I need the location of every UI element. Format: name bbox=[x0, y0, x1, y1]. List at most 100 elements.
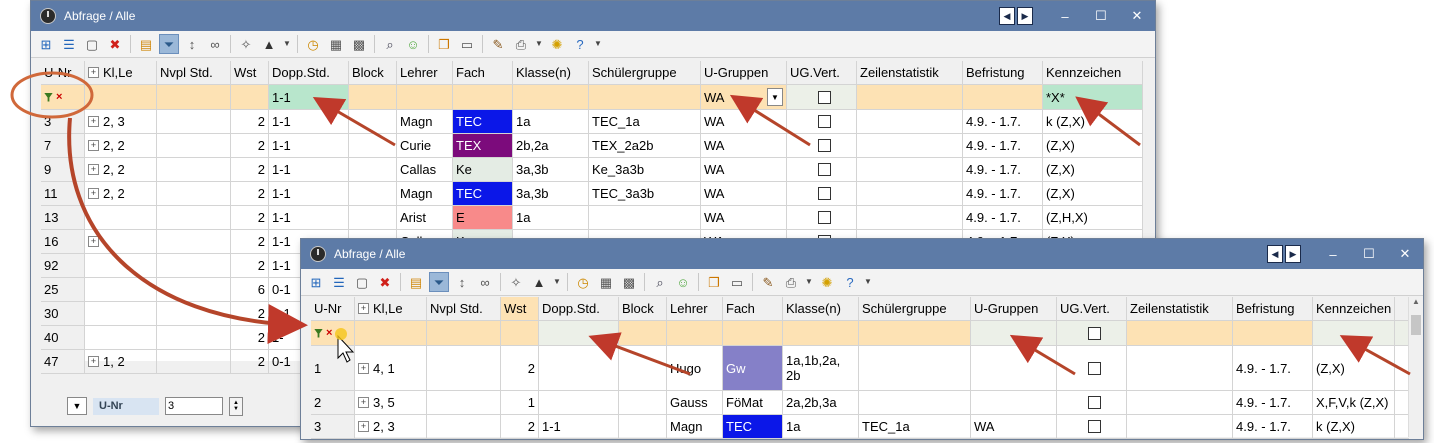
filter-wst[interactable] bbox=[231, 85, 269, 109]
column-header-block[interactable]: Block bbox=[619, 297, 667, 320]
filter-sg[interactable] bbox=[859, 321, 971, 345]
grid-icon[interactable]: ▩ bbox=[350, 35, 368, 53]
column-header-lehrer[interactable]: Lehrer bbox=[397, 61, 453, 84]
checkbox[interactable] bbox=[818, 163, 831, 176]
filter-ugv[interactable] bbox=[787, 85, 857, 109]
filter-zs[interactable] bbox=[1127, 321, 1233, 345]
edit-icon[interactable]: ✎ bbox=[489, 35, 507, 53]
dropdown-arrow-icon[interactable]: ▼ bbox=[553, 273, 561, 291]
dropdown-icon[interactable]: ▼ bbox=[67, 397, 87, 415]
filter-klassen[interactable] bbox=[513, 85, 589, 109]
calculator-icon[interactable]: ▦ bbox=[327, 35, 345, 53]
hat-icon[interactable]: ▲ bbox=[530, 273, 548, 291]
minimize-button[interactable]: – bbox=[1047, 9, 1083, 24]
unr-input[interactable] bbox=[165, 397, 223, 415]
link-icon[interactable]: ∞ bbox=[206, 35, 224, 53]
checkbox[interactable] bbox=[1088, 396, 1101, 409]
help-icon[interactable]: ? bbox=[841, 273, 859, 291]
hat-icon[interactable]: ▲ bbox=[260, 35, 278, 53]
column-header-klassen[interactable]: Klasse(n) bbox=[783, 297, 859, 320]
column-header-fach[interactable]: Fach bbox=[453, 61, 513, 84]
filter-bef[interactable] bbox=[1233, 321, 1313, 345]
column-header-klle[interactable]: + Kl,Le bbox=[355, 297, 427, 320]
checkbox[interactable] bbox=[1088, 361, 1101, 375]
filter-nvpl[interactable] bbox=[427, 321, 501, 345]
filter-icon[interactable]: ⏷ bbox=[429, 272, 449, 292]
column-header-unr[interactable]: U-Nr bbox=[41, 61, 85, 84]
new-document-icon[interactable]: ▢ bbox=[83, 35, 101, 53]
maximize-button[interactable]: ☐ bbox=[1083, 8, 1119, 24]
filter-klle[interactable] bbox=[355, 321, 427, 345]
table-row[interactable]: 3 +2, 3 2 1-1 Magn TEC 1a TEC_1a WA 4.9. - 1.7. k … bbox=[41, 110, 1143, 134]
column-header-ug[interactable]: U-Gruppen bbox=[971, 297, 1057, 320]
table-row[interactable]: 2 +3, 5 1 Gauss FöMat 2a,2b,3a 4.9. - 1.7. X,F,… bbox=[311, 391, 1409, 415]
column-header-kz[interactable]: Kennzeichen bbox=[1043, 61, 1143, 84]
table-row[interactable]: 3 +2, 3 2 1-1 Magn TEC 1a TEC_1a WA 4.9. - 1.7. k … bbox=[311, 415, 1409, 439]
column-header-fach[interactable]: Fach bbox=[723, 297, 783, 320]
spinner-icon[interactable]: ▲ ▼ bbox=[229, 396, 243, 416]
expand-icon[interactable]: + bbox=[88, 140, 99, 151]
paste-icon[interactable]: ▭ bbox=[728, 273, 746, 291]
column-header-nvpl[interactable]: Nvpl Std. bbox=[157, 61, 231, 84]
nav-left-icon[interactable]: ◀ bbox=[1267, 245, 1283, 263]
copy-icon[interactable]: ❐ bbox=[435, 35, 453, 53]
table-row[interactable]: 7 +2, 2 2 1-1 Curie TEX 2b,2a TEX_2a2b WA 4.9. - … bbox=[41, 134, 1143, 158]
table-row[interactable]: 9 +2, 2 2 1-1 Callas Ke 3a,3b Ke_3a3b WA 4.9. - 1… bbox=[41, 158, 1143, 182]
checkbox[interactable] bbox=[1088, 420, 1101, 433]
expand-icon[interactable]: + bbox=[88, 116, 99, 127]
filter-clear-cell[interactable]: × bbox=[41, 85, 85, 109]
filter-icon[interactable]: ⏷ bbox=[159, 34, 179, 54]
clock-icon[interactable]: ◷ bbox=[574, 273, 592, 291]
sort-az-icon[interactable]: ↕ bbox=[453, 273, 471, 291]
scroll-up-icon[interactable]: ▲ bbox=[1409, 297, 1423, 306]
clock-icon[interactable]: ◷ bbox=[304, 35, 322, 53]
link-icon[interactable]: ∞ bbox=[476, 273, 494, 291]
filter-lehrer[interactable] bbox=[667, 321, 723, 345]
calculator-icon[interactable]: ▦ bbox=[597, 273, 615, 291]
column-header-wst[interactable]: Wst bbox=[501, 297, 539, 320]
expand-icon[interactable]: + bbox=[88, 236, 99, 247]
minimize-button[interactable]: – bbox=[1315, 247, 1351, 262]
column-header-dopp[interactable]: Dopp.Std. bbox=[269, 61, 349, 84]
expand-icon[interactable]: + bbox=[358, 421, 369, 432]
settings-icon[interactable]: ✺ bbox=[818, 273, 836, 291]
print-icon[interactable]: ⎙ bbox=[782, 273, 800, 291]
wand-icon[interactable]: ✧ bbox=[507, 273, 525, 291]
filter-block[interactable] bbox=[619, 321, 667, 345]
column-header-wst[interactable]: Wst bbox=[231, 61, 269, 84]
delete-icon[interactable]: ✖ bbox=[106, 35, 124, 53]
sort-icon[interactable]: ▤ bbox=[137, 35, 155, 53]
column-header-lehrer[interactable]: Lehrer bbox=[667, 297, 723, 320]
column-header-zs[interactable]: Zeilenstatistik bbox=[857, 61, 963, 84]
close-button[interactable]: ✕ bbox=[1387, 246, 1423, 262]
checkbox[interactable] bbox=[818, 115, 831, 128]
column-header-bef[interactable]: Befristung bbox=[1233, 297, 1313, 320]
scroll-thumb[interactable] bbox=[1411, 315, 1421, 335]
sort-icon[interactable]: ▤ bbox=[407, 273, 425, 291]
print-icon[interactable]: ⎙ bbox=[512, 35, 530, 53]
filter-fach[interactable] bbox=[723, 321, 783, 345]
new-document-icon[interactable]: ▢ bbox=[353, 273, 371, 291]
expand-icon[interactable]: + bbox=[88, 188, 99, 199]
new-row-icon[interactable]: ⊞ bbox=[307, 273, 325, 291]
dropdown-arrow-icon[interactable]: ▼ bbox=[283, 35, 291, 53]
settings-icon[interactable]: ✺ bbox=[548, 35, 566, 53]
filter-ugv[interactable] bbox=[1057, 321, 1127, 345]
checkbox[interactable] bbox=[818, 139, 831, 152]
column-header-sg[interactable]: Schülergruppe bbox=[859, 297, 971, 320]
column-header-zs[interactable]: Zeilenstatistik bbox=[1127, 297, 1233, 320]
column-header-kz[interactable]: Kennzeichen bbox=[1313, 297, 1395, 320]
list-icon[interactable]: ☰ bbox=[330, 273, 348, 291]
filter-dopp[interactable] bbox=[539, 321, 619, 345]
column-header-ug[interactable]: U-Gruppen bbox=[701, 61, 787, 84]
new-row-icon[interactable]: ⊞ bbox=[37, 35, 55, 53]
copy-icon[interactable]: ❐ bbox=[705, 273, 723, 291]
chevron-down-icon[interactable]: ▼ bbox=[767, 88, 783, 106]
filter-kz[interactable]: *X* bbox=[1043, 85, 1143, 109]
filter-nvpl[interactable] bbox=[157, 85, 231, 109]
filter-clear-icon[interactable]: × bbox=[44, 91, 62, 103]
filter-klassen[interactable] bbox=[783, 321, 859, 345]
help-icon[interactable]: ? bbox=[571, 35, 589, 53]
column-header-klassen[interactable]: Klasse(n) bbox=[513, 61, 589, 84]
wand-icon[interactable]: ✧ bbox=[237, 35, 255, 53]
